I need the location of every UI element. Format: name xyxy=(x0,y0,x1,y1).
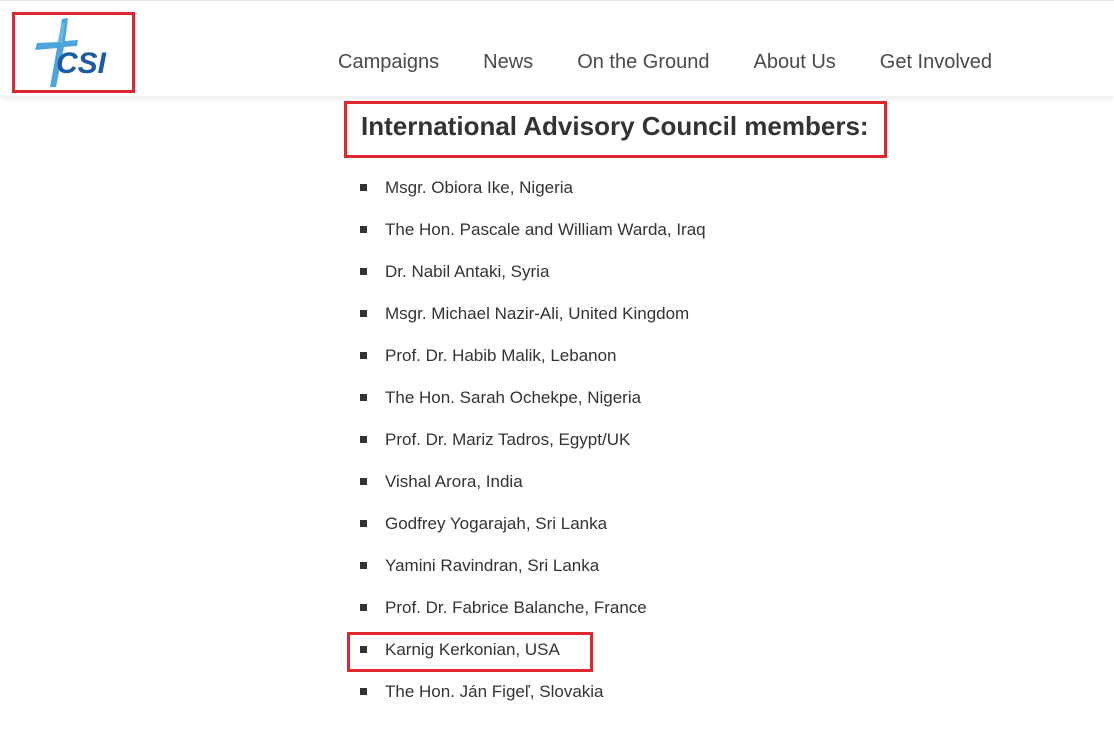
site-header: CSI Campaigns News On the Ground About U… xyxy=(0,0,1114,96)
bullet-icon xyxy=(360,268,367,275)
member-name: Godfrey Yogarajah, Sri Lanka xyxy=(385,514,608,533)
bullet-icon xyxy=(360,436,367,443)
list-item: The Hon. Ján Figeľ, Slovakia xyxy=(360,681,706,723)
member-name: The Hon. Pascale and William Warda, Iraq xyxy=(385,220,706,239)
bullet-icon xyxy=(360,520,367,527)
nav-item-campaigns[interactable]: Campaigns xyxy=(316,48,461,76)
nav-item-on-the-ground[interactable]: On the Ground xyxy=(555,48,731,76)
member-highlight-frame xyxy=(347,632,593,672)
bullet-icon xyxy=(360,562,367,569)
list-item: Godfrey Yogarajah, Sri Lanka xyxy=(360,513,706,555)
list-item: Msgr. Michael Nazir-Ali, United Kingdom xyxy=(360,303,706,345)
list-item: Dr. Nabil Antaki, Syria xyxy=(360,261,706,303)
member-name: Dr. Nabil Antaki, Syria xyxy=(385,262,550,281)
nav-item-about-us[interactable]: About Us xyxy=(732,48,858,76)
main-nav: Campaigns News On the Ground About Us Ge… xyxy=(316,48,1014,76)
nav-item-get-involved[interactable]: Get Involved xyxy=(858,48,1014,76)
list-item: Yamini Ravindran, Sri Lanka xyxy=(360,555,706,597)
bullet-icon xyxy=(360,688,367,695)
list-item: Prof. Dr. Mariz Tadros, Egypt/UK xyxy=(360,429,706,471)
member-name: Yamini Ravindran, Sri Lanka xyxy=(385,556,600,575)
member-name: Vishal Arora, India xyxy=(385,472,523,491)
bullet-icon xyxy=(360,394,367,401)
member-name: Prof. Dr. Fabrice Balanche, France xyxy=(385,598,647,617)
member-name: The Hon. Ján Figeľ, Slovakia xyxy=(385,682,604,701)
list-item: Vishal Arora, India xyxy=(360,471,706,513)
list-item: The Hon. Pascale and William Warda, Iraq xyxy=(360,219,706,261)
logo-highlight-frame xyxy=(12,12,135,93)
bullet-icon xyxy=(360,184,367,191)
page-heading: International Advisory Council members: xyxy=(361,111,869,141)
nav-item-news[interactable]: News xyxy=(461,48,555,76)
member-name: Prof. Dr. Mariz Tadros, Egypt/UK xyxy=(385,430,631,449)
bullet-icon xyxy=(360,352,367,359)
member-name: Msgr. Michael Nazir-Ali, United Kingdom xyxy=(385,304,690,323)
list-item: Msgr. Obiora Ike, Nigeria xyxy=(360,177,706,219)
bullet-icon xyxy=(360,478,367,485)
page: CSI Campaigns News On the Ground About U… xyxy=(0,0,1114,746)
bullet-icon xyxy=(360,310,367,317)
member-name: The Hon. Sarah Ochekpe, Nigeria xyxy=(385,388,642,407)
list-item: The Hon. Sarah Ochekpe, Nigeria xyxy=(360,387,706,429)
bullet-icon xyxy=(360,226,367,233)
list-item: Prof. Dr. Habib Malik, Lebanon xyxy=(360,345,706,387)
bullet-icon xyxy=(360,604,367,611)
member-name: Msgr. Obiora Ike, Nigeria xyxy=(385,178,574,197)
member-name: Prof. Dr. Habib Malik, Lebanon xyxy=(385,346,617,365)
